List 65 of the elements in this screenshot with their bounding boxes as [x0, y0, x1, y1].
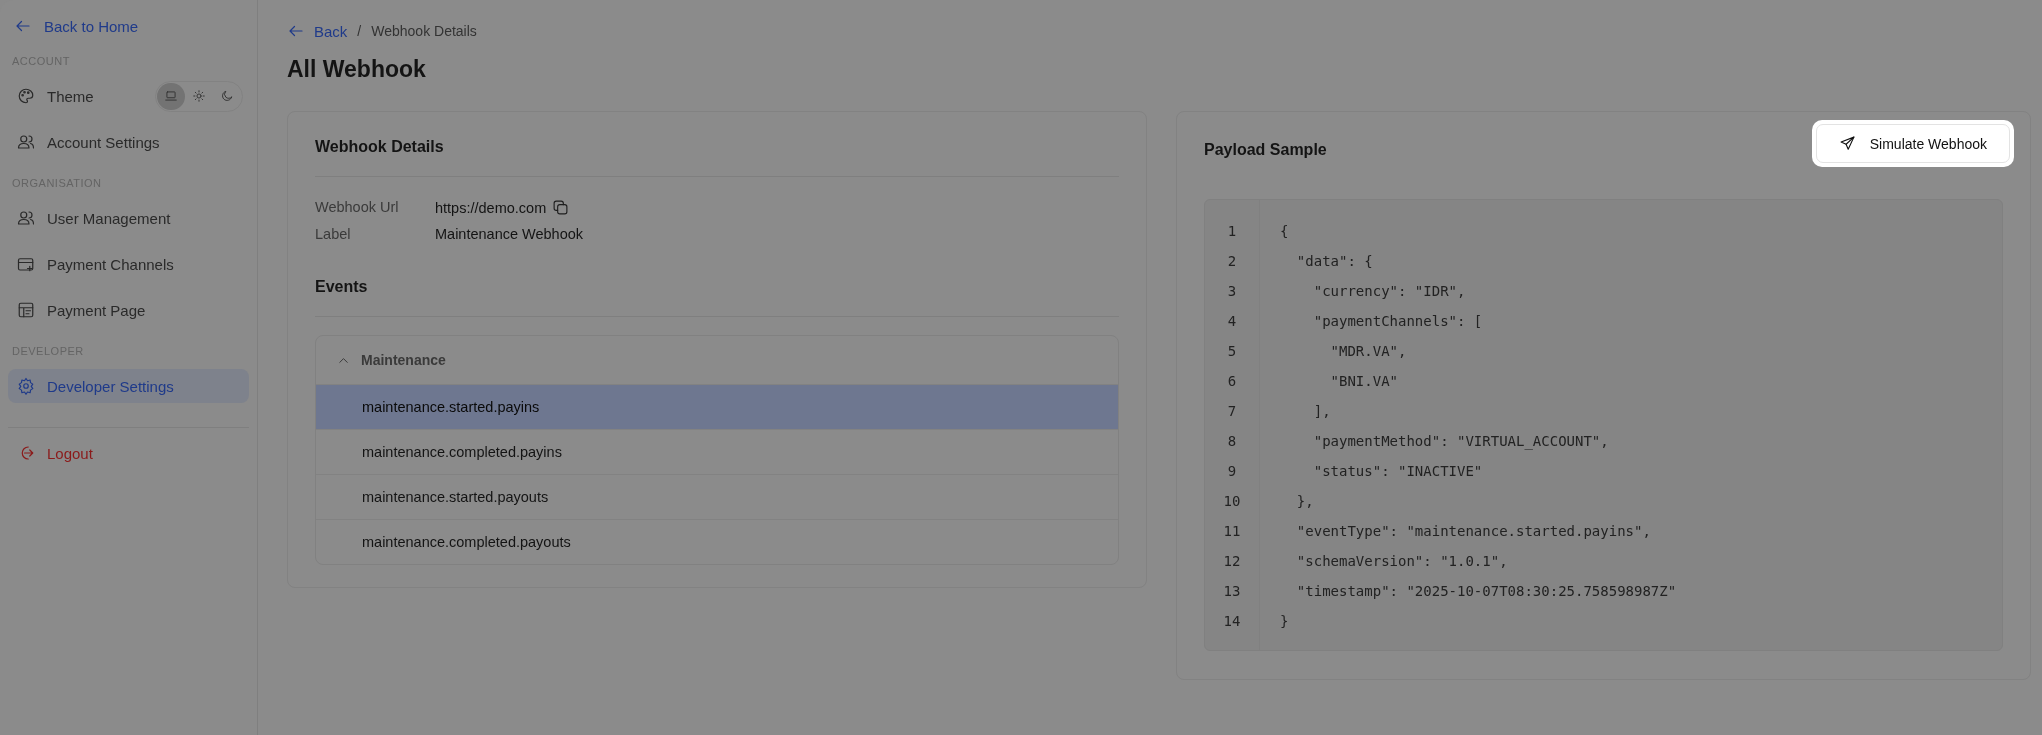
- code-line: {: [1280, 222, 1290, 241]
- field-label: Label: [315, 226, 352, 242]
- back-link[interactable]: Back to Home: [8, 14, 249, 35]
- nav-item[interactable]: Theme: [8, 79, 155, 113]
- logout-link[interactable]: Logout: [8, 436, 249, 470]
- back-link[interactable]: Back: [287, 22, 348, 40]
- event-item[interactable]: maintenance.started.payouts: [316, 475, 1118, 520]
- code-line: ],: [1312, 402, 1332, 421]
- event-item[interactable]: maintenance.completed.payouts: [316, 520, 1118, 564]
- copy-button[interactable]: [552, 199, 570, 216]
- simulate-webhook-button[interactable]: Simulate Webhook: [1815, 124, 2010, 163]
- nav-item[interactable]: Payment Page: [8, 293, 249, 327]
- section-title: Events: [315, 278, 1119, 317]
- code-line: "MDR.VA",: [1329, 342, 1408, 361]
- laptop-icon: [164, 89, 178, 103]
- code-line: "paymentMethod": "VIRTUAL_ACCOUNT",: [1312, 432, 1610, 452]
- line-number: 1: [1226, 222, 1238, 241]
- users-icon: [17, 133, 35, 151]
- line-number: 13: [1222, 582, 1242, 601]
- line-number: 5: [1226, 342, 1238, 361]
- event-item[interactable]: maintenance.started.payins: [316, 385, 1118, 430]
- breadcrumb-separator: /: [357, 23, 362, 39]
- layout-icon: [17, 301, 35, 319]
- line-number: 3: [1226, 282, 1238, 301]
- code-line: }: [1280, 612, 1290, 631]
- code-line: "status": "INACTIVE": [1312, 462, 1484, 481]
- line-number: 4: [1226, 312, 1238, 331]
- code-line: "schemaVersion": "1.0.1",: [1295, 552, 1509, 571]
- theme-option[interactable]: [157, 82, 185, 110]
- line-number: 11: [1222, 522, 1242, 541]
- code-line: },: [1295, 492, 1315, 511]
- field-label: Webhook Url: [315, 199, 400, 216]
- code-line: "BNI.VA": [1329, 372, 1399, 391]
- nav-item[interactable]: Developer Settings: [8, 369, 249, 403]
- field-value: Maintenance Webhook: [435, 226, 584, 242]
- code-line: "data": {: [1295, 252, 1374, 271]
- users-icon: [17, 209, 35, 227]
- copy-icon: [552, 199, 570, 216]
- line-number: 12: [1222, 552, 1242, 571]
- line-number: 9: [1226, 462, 1238, 481]
- line-number: 10: [1222, 492, 1242, 511]
- page-title: All Webhook: [287, 56, 427, 83]
- code-line: "eventType": "maintenance.started.payins",: [1295, 522, 1652, 541]
- line-number: 8: [1226, 432, 1238, 451]
- line-number: 7: [1226, 402, 1238, 421]
- code-line: "timestamp": "2025-10-07T08:30:25.758598987Z": [1295, 582, 1677, 601]
- moon-icon: [220, 89, 234, 103]
- event-item[interactable]: maintenance.completed.payins: [316, 430, 1118, 475]
- gear-icon: [17, 377, 35, 395]
- nav-item[interactable]: Account Settings: [8, 125, 249, 159]
- line-number: 6: [1226, 372, 1238, 391]
- breadcrumb-current: Webhook Details: [371, 23, 477, 39]
- send-icon: [1838, 135, 1856, 152]
- palette-icon: [17, 87, 35, 105]
- line-number: 2: [1226, 252, 1238, 271]
- line-number: 14: [1222, 612, 1242, 631]
- sun-icon: [192, 89, 206, 103]
- code-line: "paymentChannels": [: [1312, 312, 1484, 331]
- card-title: Payload Sample: [1204, 140, 1327, 159]
- nav-item[interactable]: Payment Channels: [8, 247, 249, 281]
- card-title: Webhook Details: [315, 138, 1119, 177]
- code-line: "currency": "IDR",: [1312, 282, 1467, 301]
- nav-item[interactable]: User Management: [8, 201, 249, 235]
- field-value: https://demo.com: [435, 199, 547, 216]
- card-plus-icon: [17, 255, 35, 273]
